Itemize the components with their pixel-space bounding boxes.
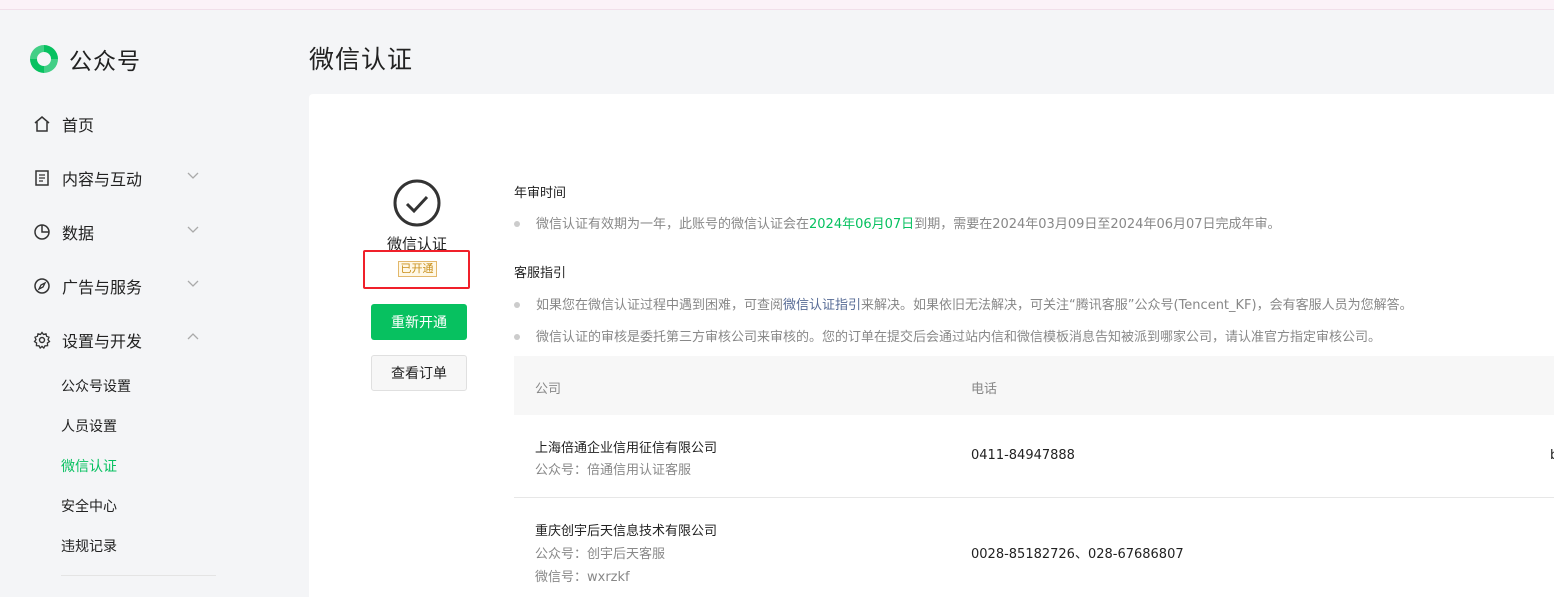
nav-ads[interactable]: 广告与服务 — [33, 274, 203, 298]
company-wechat-id: 微信号：wxrzkf — [535, 570, 630, 585]
guide-title: 客服指引 — [514, 266, 567, 281]
verification-guide-link[interactable]: 微信认证指引 — [783, 298, 861, 313]
top-strip — [0, 0, 1554, 10]
sidebar: 公众号 首页 内容与互动 数据 广告与服务 设置与开发 公众号设置 人员设置 微… — [0, 10, 262, 597]
home-icon — [33, 115, 51, 133]
company-phone: 0411-84947888 — [971, 448, 1075, 463]
guide-line-1: 如果您在微信认证过程中遇到困难，可查阅微信认证指引来解决。如果依旧无法解决，可关… — [514, 294, 1413, 313]
wechat-mp-logo-icon — [30, 45, 58, 73]
pie-chart-icon — [33, 223, 51, 241]
chevron-down-icon — [187, 172, 199, 179]
nav-content[interactable]: 内容与互动 — [33, 166, 203, 190]
subnav-member-settings[interactable]: 人员设置 — [61, 416, 117, 436]
verification-card: 微信认证 已开通 重新开通 查看订单 年审时间 微信认证有效期为一年，此账号的微… — [309, 94, 1554, 597]
gear-icon — [33, 331, 51, 349]
nav-settings[interactable]: 设置与开发 — [33, 328, 203, 352]
chevron-down-icon — [187, 226, 199, 233]
nav-content-label: 内容与互动 — [62, 170, 143, 189]
company-phone: 0028-85182726、028-67686807 — [971, 547, 1184, 562]
company-name: 重庆创宇后天信息技术有限公司 — [535, 524, 718, 539]
sidebar-divider — [61, 575, 216, 576]
clipped-cell: b — [1550, 448, 1554, 463]
annual-review-text: 微信认证有效期为一年，此账号的微信认证会在2024年06月07日到期，需要在20… — [514, 213, 1281, 232]
chevron-up-icon — [187, 333, 199, 340]
guide-line-2: 微信认证的审核是委托第三方审核公司来审核的。您的订单在提交后会通过站内信和微信模… — [514, 326, 1381, 345]
document-icon — [33, 169, 51, 187]
header-phone: 电话 — [971, 382, 998, 397]
subnav-violation-records[interactable]: 违规记录 — [61, 536, 117, 556]
subnav-security-center[interactable]: 安全中心 — [61, 496, 117, 516]
company-name: 上海倍通企业信用征信有限公司 — [535, 441, 718, 456]
nav-ads-label: 广告与服务 — [62, 278, 143, 297]
nav-home[interactable]: 首页 — [33, 112, 203, 136]
view-orders-button[interactable]: 查看订单 — [371, 355, 467, 391]
check-circle-icon — [393, 179, 441, 227]
chevron-down-icon — [187, 280, 199, 287]
header-company: 公司 — [535, 382, 562, 397]
nav-data-label: 数据 — [62, 224, 95, 243]
nav-home-label: 首页 — [62, 116, 95, 135]
table-header: 公司 电话 — [514, 356, 1554, 415]
row-divider — [514, 497, 1554, 498]
company-account: 公众号：倍通信用认证客服 — [535, 463, 692, 478]
annual-review-title: 年审时间 — [514, 186, 567, 201]
app-name: 公众号 — [69, 49, 141, 75]
nav-data[interactable]: 数据 — [33, 220, 203, 244]
nav-settings-label: 设置与开发 — [62, 332, 143, 351]
expiry-date: 2024年06月07日 — [809, 217, 915, 232]
page-title: 微信认证 — [309, 45, 414, 74]
subnav-account-settings[interactable]: 公众号设置 — [61, 376, 131, 396]
company-account: 公众号：创宇后天客服 — [535, 547, 666, 562]
app-logo[interactable]: 公众号 — [27, 42, 141, 76]
subnav-wechat-verification[interactable]: 微信认证 — [61, 456, 117, 476]
highlight-box — [363, 250, 470, 289]
compass-icon — [33, 277, 51, 295]
renew-button[interactable]: 重新开通 — [371, 304, 467, 340]
